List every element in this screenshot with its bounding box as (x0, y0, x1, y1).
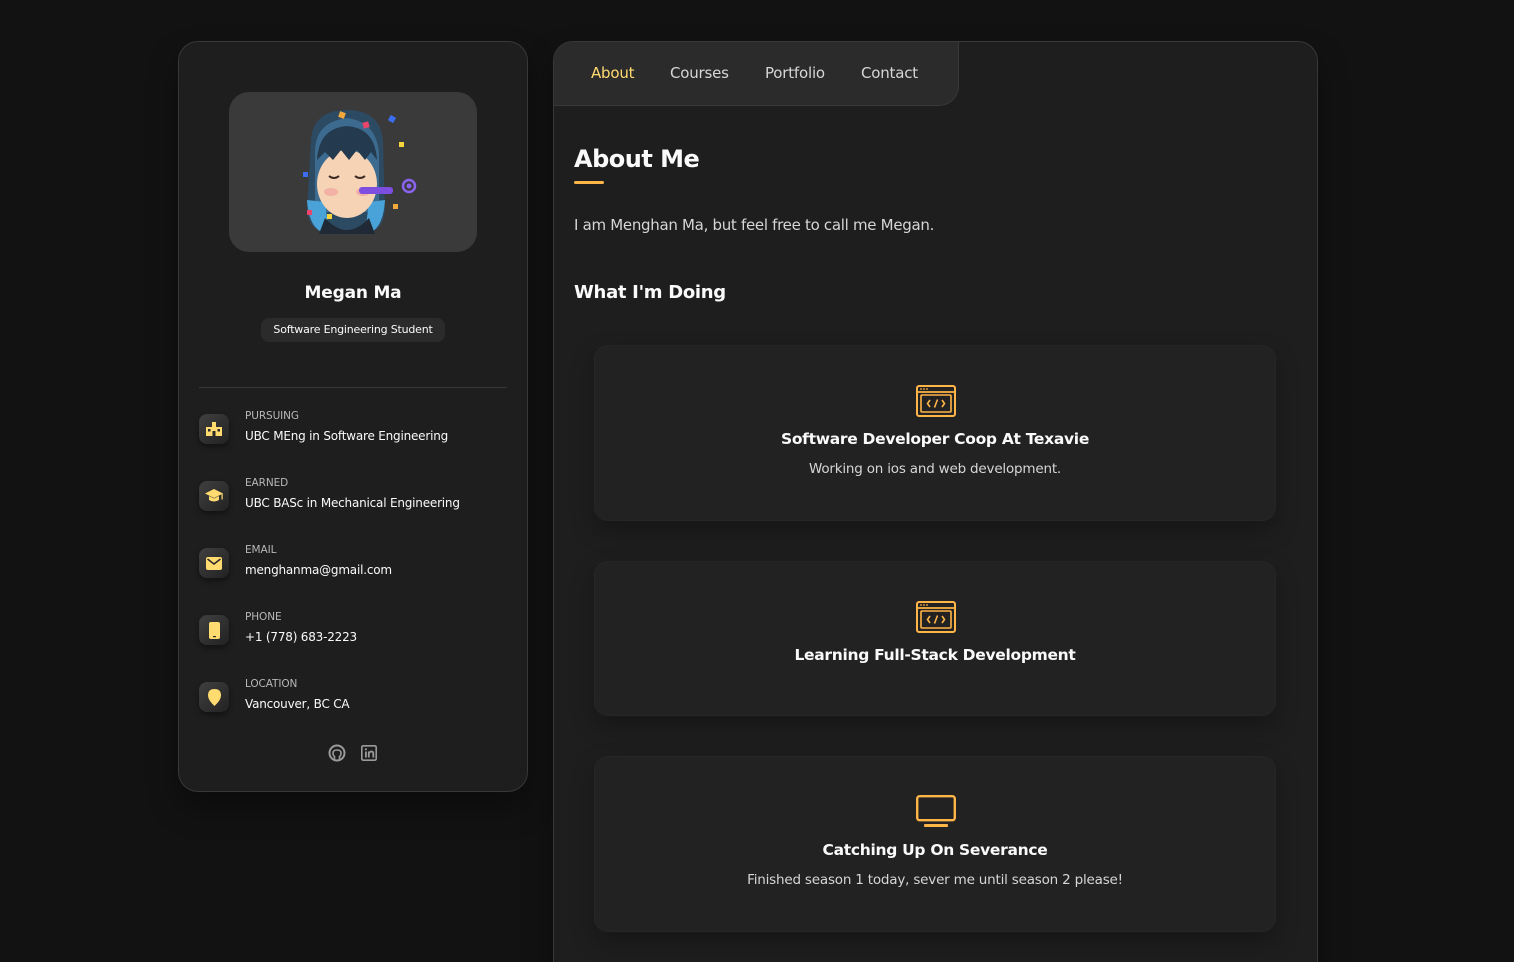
service-card: Software Developer Coop At Texavie Worki… (594, 345, 1276, 521)
contact-label: EMAIL (245, 544, 277, 556)
school-icon (199, 414, 229, 444)
service-title: Catching Up On Severance (822, 841, 1048, 859)
navbar: About Courses Portfolio Contact (554, 42, 959, 106)
page-title: About Me (574, 145, 700, 173)
contact-value: UBC BASc in Mechanical Engineering (245, 496, 460, 510)
service-text: Finished season 1 today, sever me until … (747, 872, 1123, 888)
main-panel: About Courses Portfolio Contact About Me… (553, 41, 1318, 962)
contact-item-pursuing: PURSUING UBC MEng in Software Engineerin… (199, 410, 499, 462)
contact-label: PURSUING (245, 410, 299, 422)
contact-value: UBC MEng in Software Engineering (245, 429, 449, 443)
linkedin-icon[interactable] (360, 744, 378, 762)
tab-contact[interactable]: Contact (861, 64, 918, 82)
code-window-icon (916, 601, 956, 637)
monitor-icon (916, 795, 956, 833)
service-card: Learning Full-Stack Development (594, 561, 1276, 716)
phone-icon (199, 615, 229, 645)
contact-item-email: EMAIL menghanma@gmail.com (199, 544, 499, 596)
tab-about[interactable]: About (591, 64, 635, 82)
contact-label: LOCATION (245, 678, 298, 690)
github-icon[interactable] (328, 744, 346, 762)
contact-label: PHONE (245, 611, 282, 623)
separator (199, 387, 507, 388)
section-title: What I'm Doing (574, 282, 726, 303)
tab-courses[interactable]: Courses (670, 64, 729, 82)
about-text: I am Menghan Ma, but feel free to call m… (574, 216, 935, 234)
avatar (229, 92, 477, 252)
memoji-avatar-icon (303, 110, 417, 234)
service-text: Working on ios and web development. (808, 461, 1062, 477)
contact-label: EARNED (245, 477, 289, 489)
sidebar: Megan Ma Software Engineering Student PU… (178, 41, 528, 792)
title-underline (574, 181, 604, 184)
social-links (179, 744, 527, 762)
contact-item-location: LOCATION Vancouver, BC CA (199, 678, 499, 730)
phone-link[interactable]: +1 (778) 683-2223 (245, 630, 357, 644)
contact-item-earned: EARNED UBC BASc in Mechanical Engineerin… (199, 477, 499, 529)
location-pin-icon (199, 682, 229, 712)
mail-icon (199, 548, 229, 578)
service-title: Learning Full-Stack Development (794, 646, 1076, 664)
title-badge: Software Engineering Student (261, 318, 445, 342)
code-window-icon (916, 385, 956, 421)
tab-portfolio[interactable]: Portfolio (765, 64, 825, 82)
contact-item-phone: PHONE +1 (778) 683-2223 (199, 611, 499, 663)
email-link[interactable]: menghanma@gmail.com (245, 563, 392, 577)
profile-name: Megan Ma (304, 283, 402, 303)
service-card: Catching Up On Severance Finished season… (594, 756, 1276, 932)
contact-value: Vancouver, BC CA (245, 697, 350, 711)
service-title: Software Developer Coop At Texavie (780, 430, 1090, 448)
graduation-cap-icon (199, 481, 229, 511)
